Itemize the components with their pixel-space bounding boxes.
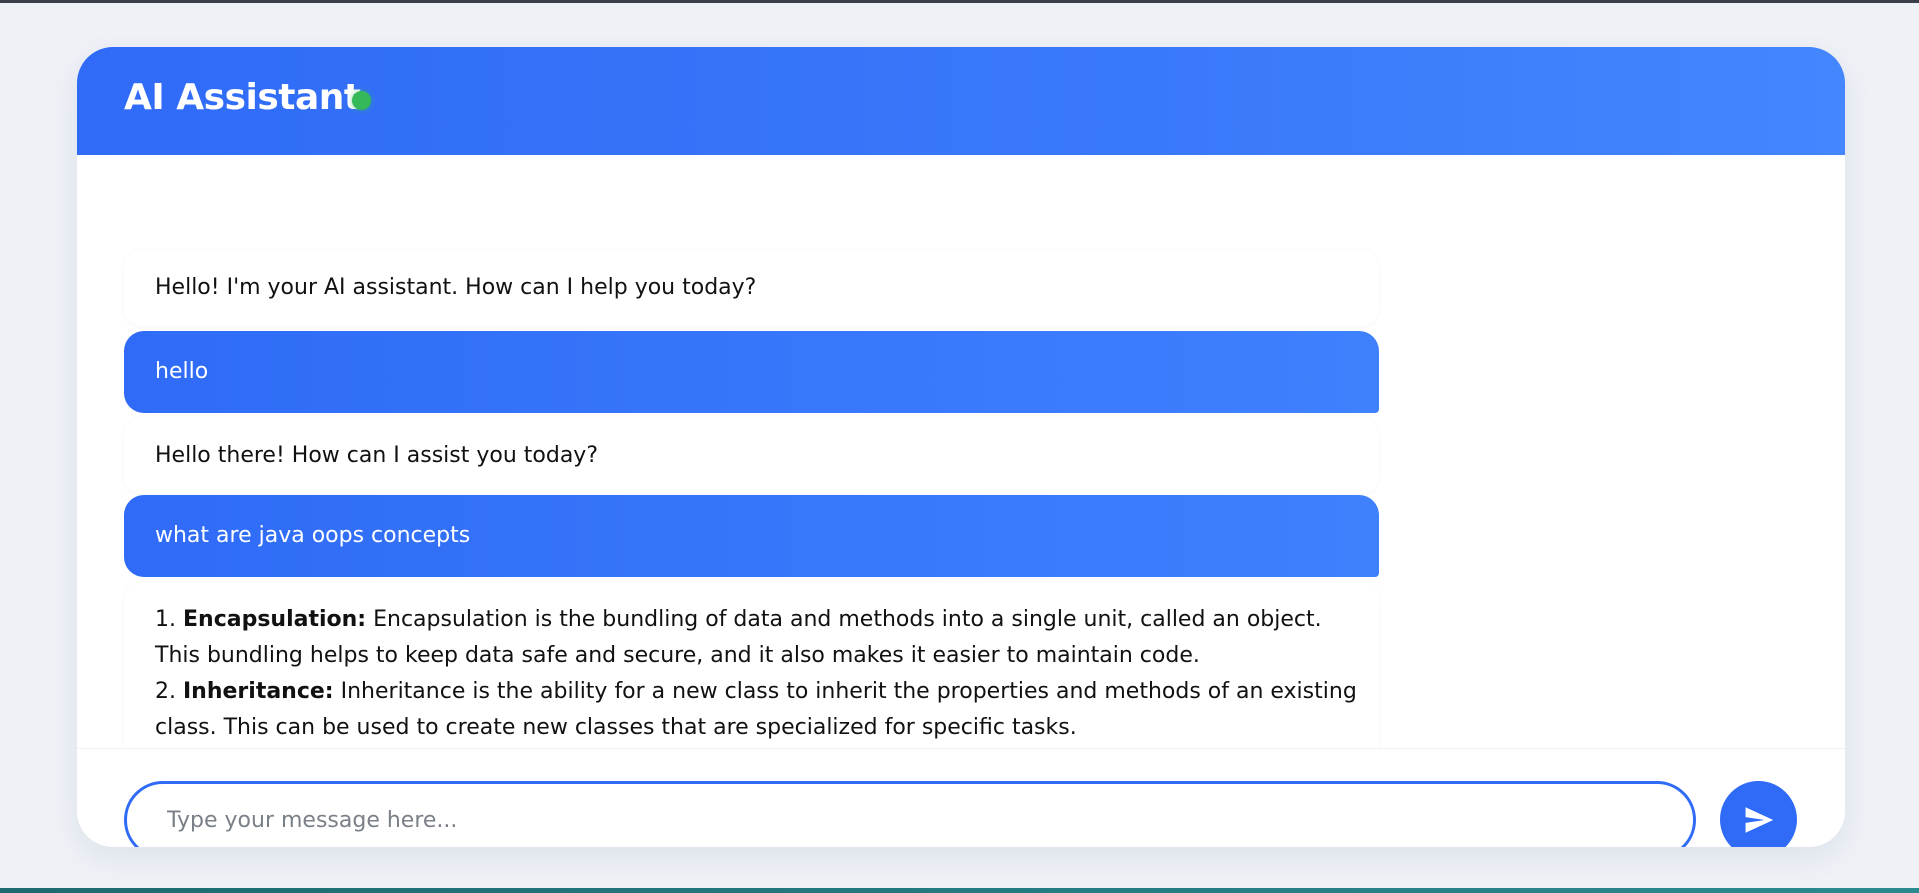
list-item-number: 1.: [155, 607, 176, 632]
composer-area: [77, 748, 1845, 847]
list-item-line: 2. Inheritance: Inheritance is the abili…: [155, 674, 1357, 710]
send-icon: [1745, 806, 1773, 833]
assistant-message: Hello there! How can I assist you today?: [124, 418, 1379, 494]
list-item-line: class. This can be used to create new cl…: [155, 710, 1348, 746]
list-item-text: Inheritance is the ability for a new cla…: [340, 679, 1357, 704]
list-item-text: This bundling helps to keep data safe an…: [155, 643, 1200, 668]
message-text: what are java oops concepts: [155, 523, 471, 548]
list-item-line: 1. Encapsulation: Encapsulation is the b…: [155, 602, 1348, 638]
chat-header: AI Assistant: [77, 47, 1845, 155]
list-item-term: Encapsulation:: [183, 607, 367, 632]
list-item-text: Encapsulation is the bundling of data an…: [373, 607, 1322, 632]
message-list[interactable]: Hello! I'm your AI assistant. How can I …: [77, 155, 1845, 748]
message-input[interactable]: [124, 781, 1696, 847]
list-item-line: This bundling helps to keep data safe an…: [155, 638, 1348, 674]
list-item-text: class. This can be used to create new cl…: [155, 715, 1077, 740]
message-text: Hello! I'm your AI assistant. How can I …: [155, 275, 757, 300]
user-message: what are java oops concepts: [124, 495, 1379, 577]
user-message: hello: [124, 331, 1379, 413]
message-text: Hello there! How can I assist you today?: [155, 443, 598, 468]
window-top-edge: [0, 0, 1919, 3]
list-item-term: Inheritance:: [183, 679, 334, 704]
chat-window: AI Assistant Hello! I'm your AI assistan…: [77, 47, 1845, 847]
assistant-message: Hello! I'm your AI assistant. How can I …: [124, 250, 1379, 326]
send-button[interactable]: [1720, 781, 1797, 847]
assistant-message: 1. Encapsulation: Encapsulation is the b…: [124, 582, 1379, 748]
message-text: hello: [155, 359, 209, 384]
header-title: AI Assistant: [124, 77, 361, 118]
window-bottom-edge: [0, 888, 1919, 893]
list-item-number: 2.: [155, 679, 176, 704]
online-status-indicator: [352, 91, 371, 110]
